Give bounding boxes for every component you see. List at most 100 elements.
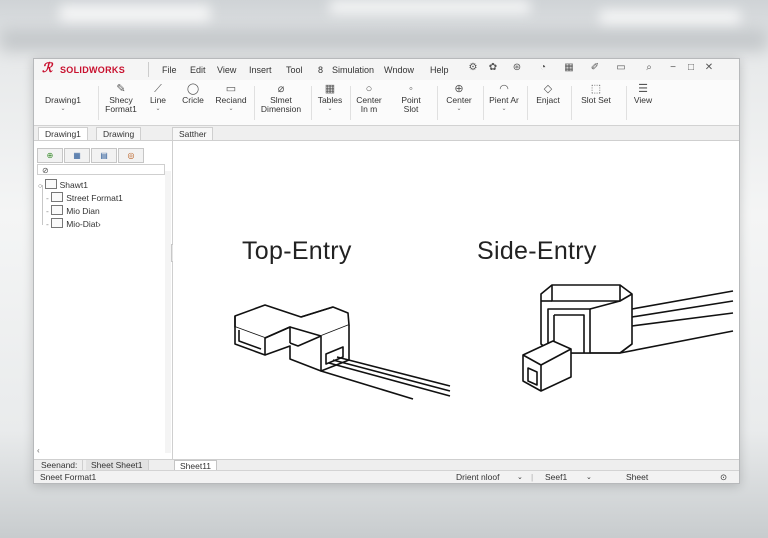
status-left: Sneet Format1 xyxy=(40,472,97,482)
ribbon-divider xyxy=(571,86,572,120)
status-sheet-num: Seef1 xyxy=(545,472,568,482)
feature-tree-tab-icon[interactable]: ⊕ xyxy=(37,148,63,163)
command-manager-ribbon: Drawing1 ⌄ ✎ Shecy Format1 ⟋ Line ⌄ ◯ Cr… xyxy=(34,80,739,126)
ribbon-divider xyxy=(626,86,627,120)
minimize-icon[interactable]: − xyxy=(666,62,680,73)
tree-item-view-2[interactable]: - Mio-Diat› xyxy=(46,218,101,229)
ribbon-tables[interactable]: ▦ Tables ⌄ xyxy=(313,83,347,113)
app-window: ℛ SOLIDWORKS File Edit View Insert Tool … xyxy=(33,58,740,484)
tab-seenand[interactable]: Seenand: xyxy=(36,460,84,470)
view-display-icon[interactable]: ◔ xyxy=(536,62,550,73)
chevron-down-icon: ⌄ xyxy=(155,106,161,112)
menu-insert[interactable]: Insert xyxy=(249,65,272,75)
sheet-icon xyxy=(44,179,57,189)
background-light xyxy=(60,5,210,23)
ribbon-label-5b: Dimension xyxy=(260,104,302,114)
help-icon[interactable]: ⊙ xyxy=(720,472,727,483)
tree-item-sheet[interactable]: ○ Shawt1 xyxy=(38,179,88,190)
chevron-down-icon[interactable]: ⌄ xyxy=(517,472,523,483)
tree-connector xyxy=(42,185,43,225)
chevron-down-icon: ⌄ xyxy=(327,106,333,112)
tree-item-view-1[interactable]: - Mio Dian xyxy=(46,205,100,216)
status-sheet: Sheet xyxy=(626,472,649,482)
expand-icon: ○ xyxy=(38,183,43,190)
app-name: SOLIDWORKS xyxy=(60,65,125,75)
menu-file[interactable]: File xyxy=(162,65,177,75)
filter-field[interactable]: ⊘ xyxy=(37,164,165,175)
menu-window[interactable]: Wndow xyxy=(384,65,414,75)
shape-icon[interactable]: ▭ xyxy=(614,62,628,73)
format-icon xyxy=(51,192,64,202)
connector-drawings xyxy=(234,284,734,400)
tree-dash-icon: - xyxy=(46,206,49,216)
ribbon-divider xyxy=(98,86,99,120)
side-entry-connector xyxy=(522,284,734,392)
ribbon-point-slot[interactable]: ◦ Point Slot xyxy=(394,83,428,114)
title-toolbar: ⚙ ✿ ⊛ ◔ ▦ ✐ ▭ ⌕ − □ ✕ xyxy=(466,62,731,77)
chevron-down-icon[interactable]: ⌄ xyxy=(586,472,592,483)
ribbon-divider xyxy=(350,86,351,120)
ribbon-drawing1[interactable]: Drawing1 ⌄ xyxy=(38,83,88,113)
ribbon-line[interactable]: ⟋ Line ⌄ xyxy=(144,83,172,113)
close-icon[interactable]: ✕ xyxy=(702,62,716,73)
solidworks-logo[interactable]: ℛ SOLIDWORKS xyxy=(40,61,149,77)
ribbon-label-8b: Slot xyxy=(403,104,419,114)
status-bar: Sneet Format1 Drient nloof ⌄ | Seef1 ⌄ S… xyxy=(34,470,739,483)
filter-icon: ⊘ xyxy=(42,166,49,175)
menu-view[interactable]: View xyxy=(217,65,236,75)
title-bar: ℛ SOLIDWORKS File Edit View Insert Tool … xyxy=(34,59,739,81)
tab-drawing1[interactable]: Drawing1 xyxy=(38,127,88,140)
ribbon-rectangle[interactable]: ▭ Reciand ⌄ xyxy=(210,83,252,113)
tree-item-sheet-format[interactable]: - Street Format1 xyxy=(46,192,123,203)
feature-manager-tabs: ⊕ ▦ ▤ ◎ xyxy=(37,148,149,163)
chevron-down-icon: ⌄ xyxy=(456,106,462,112)
status-orient: Drient nloof xyxy=(456,472,500,482)
ribbon-center[interactable]: ⊕ Center ⌄ xyxy=(439,83,479,113)
tab-sheet-sheet1[interactable]: Sheet Sheet1 xyxy=(86,460,149,470)
drawing-view-icon xyxy=(51,205,64,215)
ribbon-extract[interactable]: ◇ Enjact xyxy=(531,83,565,105)
ribbon-circle[interactable]: ◯ Cricle xyxy=(176,83,210,105)
background-light xyxy=(330,0,530,14)
top-entry-connector xyxy=(234,304,451,400)
property-tab-icon[interactable]: ▦ xyxy=(64,148,90,163)
background-shadow xyxy=(0,30,768,52)
gear-icon[interactable]: ✿ xyxy=(486,62,500,73)
config-tab-icon[interactable]: ▤ xyxy=(91,148,117,163)
ribbon-view[interactable]: ☰ View xyxy=(628,83,658,105)
menu-edit[interactable]: Edit xyxy=(190,65,206,75)
menu-8[interactable]: 8 xyxy=(318,65,323,75)
tab-drawing[interactable]: Drawing xyxy=(96,127,142,140)
menu-help[interactable]: Help xyxy=(430,65,449,75)
drawing-view-icon xyxy=(51,218,64,228)
ribbon-label-7b: In m xyxy=(360,104,378,114)
appearance-tab-icon[interactable]: ◎ xyxy=(118,148,144,163)
ribbon-label-1b: Format1 xyxy=(105,104,137,114)
tab-satther[interactable]: Satther xyxy=(172,127,214,140)
tree-dash-icon: - xyxy=(46,219,49,229)
feature-manager-pane: ⊕ ▦ ▤ ◎ ⊘ ○ Shawt1 - Street Format1 - Mi… xyxy=(34,141,173,459)
options-icon[interactable]: ⊛ xyxy=(510,62,524,73)
grid-icon[interactable]: ▦ xyxy=(562,62,576,73)
background-light xyxy=(600,10,740,26)
settings-icon[interactable]: ⚙ xyxy=(466,62,480,73)
ribbon-smart-dimension[interactable]: ⌀ Slmet Dimension xyxy=(254,83,308,114)
ribbon-divider xyxy=(527,86,528,120)
pencil-icon[interactable]: ✐ xyxy=(588,62,602,73)
command-tabs: Drawing1 Drawing Satther xyxy=(34,126,739,141)
ribbon-point-arc[interactable]: ◠ Pient Ar ⌄ xyxy=(484,83,524,113)
ribbon-sketch-format[interactable]: ✎ Shecy Format1 xyxy=(100,83,142,114)
menu-simulation[interactable]: Simulation xyxy=(332,65,374,75)
chevron-down-icon: ⌄ xyxy=(60,106,66,112)
ribbon-slot-set[interactable]: ⬚ Slot Set xyxy=(574,83,618,105)
scroll-left-icon[interactable]: ‹ xyxy=(37,446,40,455)
vertical-scrollbar[interactable] xyxy=(165,171,171,453)
chevron-down-icon: ⌄ xyxy=(228,106,234,112)
menu-tool[interactable]: Tool xyxy=(286,65,303,75)
restore-icon[interactable]: □ xyxy=(684,62,698,73)
drawing-canvas[interactable]: Top-Entry Side-Entry xyxy=(173,141,739,459)
search-icon[interactable]: ⌕ xyxy=(642,62,656,73)
ribbon-divider xyxy=(311,86,312,120)
ribbon-center-line[interactable]: ○ Center In m xyxy=(352,83,386,114)
chevron-down-icon: ⌄ xyxy=(501,106,507,112)
